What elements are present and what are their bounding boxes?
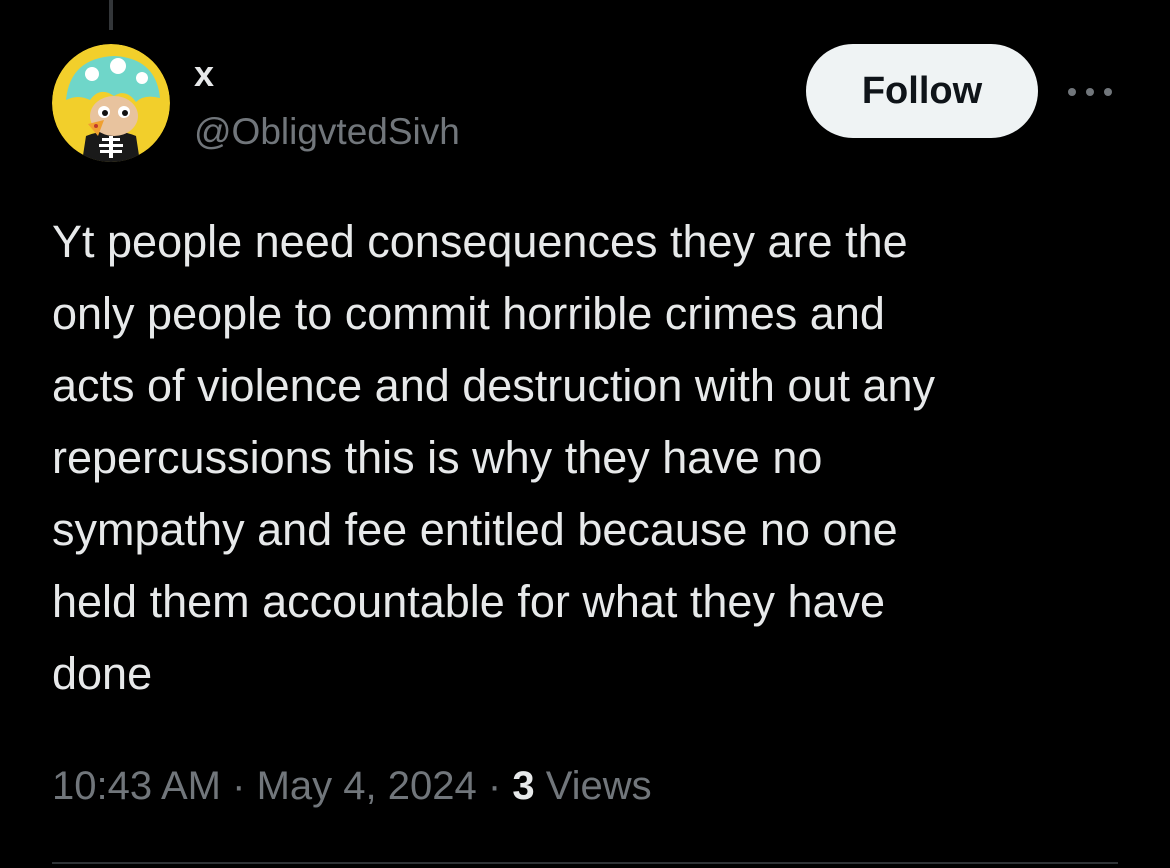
tweet-date[interactable]: May 4, 2024 xyxy=(257,764,477,808)
tweet-metadata: 10:43 AM · May 4, 2024 · 3 Views xyxy=(52,760,652,812)
meta-separator: · xyxy=(232,764,246,808)
author-handle[interactable]: @ObligvtedSivh xyxy=(194,110,460,154)
tweet-time[interactable]: 10:43 AM xyxy=(52,764,221,808)
views-count: 3 xyxy=(512,764,535,808)
avatar[interactable] xyxy=(52,44,170,162)
views-label: Views xyxy=(545,764,652,808)
tweet-text: Yt people need consequences they are the… xyxy=(52,216,936,699)
more-horizontal-icon xyxy=(1068,88,1112,96)
mushroom-cartoon-avatar-icon xyxy=(52,44,170,162)
author-display-name[interactable]: x xyxy=(194,54,214,94)
divider xyxy=(52,862,1118,864)
more-options-button[interactable] xyxy=(1064,72,1116,112)
follow-button[interactable]: Follow xyxy=(806,44,1038,138)
thread-connector-line xyxy=(109,0,113,30)
meta-separator: · xyxy=(487,764,502,808)
